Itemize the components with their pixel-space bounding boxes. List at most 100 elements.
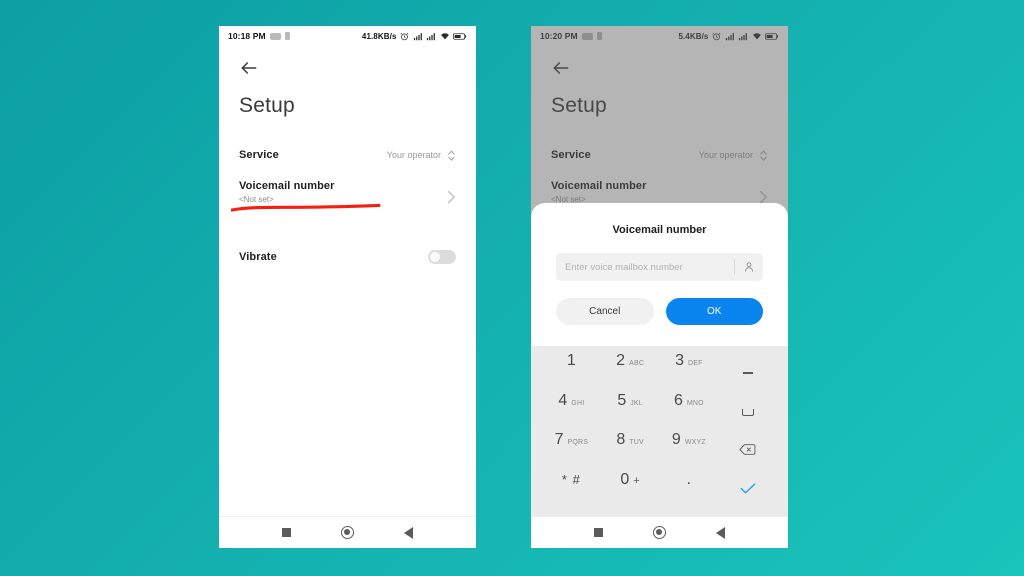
signal-2-icon xyxy=(738,32,748,41)
app-bar-left xyxy=(219,46,476,90)
key-5[interactable]: 5 JKL xyxy=(601,391,660,433)
settings-row-service[interactable]: Service Your operator xyxy=(219,136,476,174)
phone-left-screen: 10:18 PM 41.8KB/s Setup Service Your ope… xyxy=(219,26,476,548)
check-icon xyxy=(740,482,756,500)
wifi-icon xyxy=(752,32,762,41)
key-star-hash-sym: * # xyxy=(561,471,581,487)
signal-icon xyxy=(413,32,423,41)
dash-icon xyxy=(742,371,753,374)
key-8[interactable]: 8 TUV xyxy=(601,432,660,472)
signal-2-icon xyxy=(426,32,436,41)
key-7-num: 7 xyxy=(554,431,564,448)
phone-right: 10:20 PM 5.4KB/s Setup Service Your oper… xyxy=(531,26,788,548)
row-value-service: Your operator xyxy=(698,150,753,160)
row-title-service: Service xyxy=(551,149,591,161)
key-5-sub: JKL xyxy=(630,399,643,407)
backspace-icon xyxy=(739,443,756,461)
key-1[interactable]: 1 xyxy=(542,353,601,393)
key-4-sub: GHI xyxy=(571,399,585,407)
status-bar-right: 10:20 PM 5.4KB/s xyxy=(531,26,788,46)
numeric-keypad: 1 2 ABC 3 DEF 4 GHI 5 JKL 6 MNO 7 PQRS 8… xyxy=(531,346,788,516)
key-period-sym: . xyxy=(686,470,692,488)
key-3-sub: DEF xyxy=(688,360,703,367)
back-arrow-icon[interactable] xyxy=(239,58,259,78)
key-1-num: 1 xyxy=(566,352,576,369)
contact-person-icon[interactable] xyxy=(735,261,763,273)
key-backspace[interactable] xyxy=(718,432,777,472)
key-6-sub: MNO xyxy=(686,399,704,407)
key-7-sub: PQRS xyxy=(567,439,589,446)
recents-square-icon[interactable] xyxy=(594,528,603,537)
key-5-num: 5 xyxy=(617,391,627,409)
settings-row-voicemail-number[interactable]: Voicemail number <Not set> xyxy=(219,174,476,218)
network-speed-label: 5.4KB/s xyxy=(678,31,709,41)
home-circle-icon[interactable] xyxy=(341,526,354,539)
page-title: Setup xyxy=(551,94,607,117)
back-triangle-icon[interactable] xyxy=(404,526,413,539)
notification-blob-icon xyxy=(581,32,593,40)
row-subtitle-voicemail-number: <Not set> xyxy=(239,195,274,204)
key-3[interactable]: 3 DEF xyxy=(660,353,719,393)
stepper-up-down-icon[interactable] xyxy=(759,148,768,162)
battery-icon xyxy=(765,32,779,41)
key-6-num: 6 xyxy=(673,391,683,409)
cancel-button[interactable]: Cancel xyxy=(556,298,654,325)
notification-blob-icon xyxy=(269,32,281,40)
status-bar-left: 10:18 PM 41.8KB/s xyxy=(219,26,476,46)
dialog-title: Voicemail number xyxy=(612,224,707,236)
back-arrow-icon[interactable] xyxy=(551,58,571,78)
status-bar-right-group: 5.4KB/s xyxy=(678,32,779,41)
settings-row-vibrate[interactable]: Vibrate xyxy=(219,238,476,276)
voicemail-input-wrapper xyxy=(556,253,763,281)
status-bar-left-group: 10:20 PM xyxy=(540,31,602,41)
key-9-num: 9 xyxy=(671,431,681,448)
battery-icon xyxy=(453,32,467,41)
key-6[interactable]: 6 MNO xyxy=(660,391,719,433)
key-4-num: 4 xyxy=(558,391,568,409)
key-0-sub: + xyxy=(633,474,640,487)
key-space[interactable] xyxy=(718,393,777,433)
key-9[interactable]: 9 WXYZ xyxy=(660,432,719,472)
voicemail-number-dialog: Voicemail number Cancel OK xyxy=(531,203,788,516)
key-dash[interactable] xyxy=(718,353,777,393)
key-7[interactable]: 7 PQRS xyxy=(542,432,601,472)
key-4[interactable]: 4 GHI xyxy=(542,391,601,433)
row-title-service: Service xyxy=(239,149,279,161)
key-0-num: 0 xyxy=(620,470,630,488)
row-title-voicemail-number: Voicemail number xyxy=(239,180,335,192)
alarm-icon xyxy=(400,32,409,41)
stepper-up-down-icon[interactable] xyxy=(447,148,456,162)
row-title-voicemail-number: Voicemail number xyxy=(551,180,647,192)
home-circle-icon[interactable] xyxy=(653,526,666,539)
key-8-num: 8 xyxy=(616,431,626,448)
ok-button[interactable]: OK xyxy=(665,298,763,325)
dialog-actions: Cancel OK xyxy=(556,298,763,325)
recents-square-icon[interactable] xyxy=(282,528,291,537)
phone-left: 10:18 PM 41.8KB/s Setup Service Your ope… xyxy=(219,26,476,548)
key-2-num: 2 xyxy=(616,352,626,369)
page-title: Setup xyxy=(239,94,295,117)
signal-icon xyxy=(725,32,735,41)
settings-list-left: Service Your operator Voicemail number <… xyxy=(219,136,476,276)
key-2[interactable]: 2 ABC xyxy=(601,353,660,393)
settings-row-service[interactable]: Service Your operator xyxy=(531,136,788,174)
voicemail-number-input[interactable] xyxy=(556,261,734,273)
key-period[interactable]: . xyxy=(660,470,719,512)
back-triangle-icon[interactable] xyxy=(716,526,725,539)
key-confirm[interactable] xyxy=(718,472,777,512)
notification-blob-2-icon xyxy=(284,32,290,40)
nav-bar-left xyxy=(219,516,476,548)
key-star-hash[interactable]: * # xyxy=(542,472,601,512)
status-bar-right-group: 41.8KB/s xyxy=(362,32,467,41)
key-0[interactable]: 0 + xyxy=(601,470,660,512)
space-icon xyxy=(741,408,754,416)
key-2-sub: ABC xyxy=(629,360,645,367)
wifi-icon xyxy=(440,32,450,41)
network-speed-label: 41.8KB/s xyxy=(361,31,397,41)
status-bar-left-group: 10:18 PM xyxy=(228,31,290,41)
row-main: Service xyxy=(239,149,387,161)
row-main: Voicemail number <Not set> xyxy=(551,180,757,204)
vibrate-toggle[interactable] xyxy=(428,250,456,264)
key-9-sub: WXYZ xyxy=(684,439,706,446)
nav-bar-right xyxy=(531,516,788,548)
